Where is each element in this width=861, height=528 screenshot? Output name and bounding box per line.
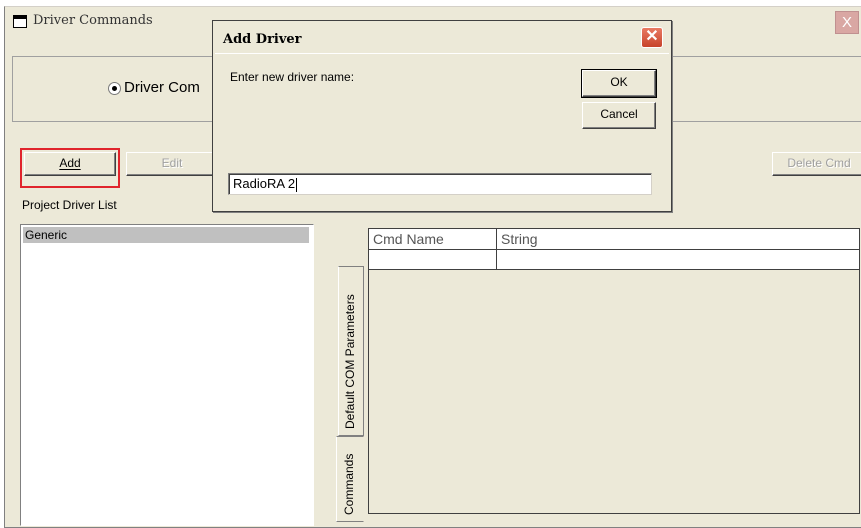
driver-commands-radio[interactable]	[108, 82, 121, 95]
window-close-button[interactable]: X	[835, 11, 859, 34]
delete-cmd-button[interactable]: Delete Cmd	[772, 152, 861, 176]
tab-commands[interactable]: Commands	[336, 436, 364, 522]
cancel-button[interactable]: Cancel	[582, 102, 656, 129]
column-cmd-name[interactable]: Cmd Name	[369, 229, 497, 249]
driver-name-value: RadioRA 2	[233, 176, 296, 191]
row-divider	[496, 250, 497, 269]
driver-commands-radio-label[interactable]: Driver Com	[124, 79, 200, 96]
driver-name-input[interactable]: RadioRA 2	[228, 173, 652, 195]
table-row[interactable]	[369, 250, 859, 270]
add-button-highlight	[20, 148, 120, 188]
project-driver-list[interactable]: Generic	[20, 224, 314, 526]
dialog-close-button[interactable]: ✕	[641, 27, 663, 48]
text-caret	[296, 177, 298, 192]
commands-grid[interactable]: Cmd Name String	[368, 228, 860, 514]
list-item[interactable]: Generic	[23, 227, 309, 243]
column-string[interactable]: String	[497, 229, 859, 249]
dialog-title: Add Driver	[223, 32, 302, 47]
window-title: Driver Commands	[33, 13, 153, 28]
ok-button[interactable]: OK	[582, 70, 656, 97]
window-icon	[13, 15, 27, 28]
project-driver-list-label: Project Driver List	[22, 198, 117, 212]
dialog-prompt: Enter new driver name:	[230, 70, 355, 84]
edit-button[interactable]: Edit	[126, 152, 218, 176]
tab-default-com-parameters[interactable]: Default COM Parameters	[338, 266, 364, 436]
tab-commands-label: Commands	[342, 453, 356, 515]
grid-header: Cmd Name String	[369, 229, 859, 250]
tab-default-com-parameters-label: Default COM Parameters	[343, 294, 357, 429]
